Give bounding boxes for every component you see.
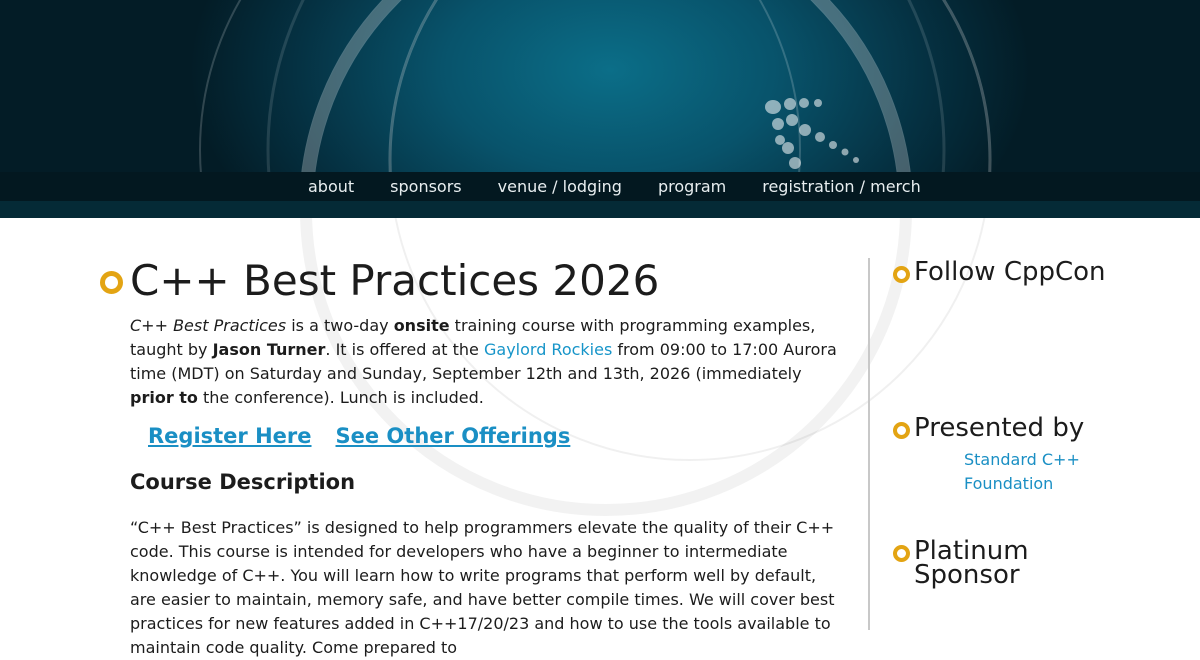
nav-about[interactable]: about xyxy=(290,177,372,196)
instructor-name: Jason Turner xyxy=(212,340,326,359)
course-name: C++ Best Practices xyxy=(130,316,287,335)
prior-to-text: prior to xyxy=(130,388,198,407)
onsite-text: onsite xyxy=(393,316,450,335)
other-offerings-link[interactable]: See Other Offerings xyxy=(336,424,571,448)
nav-program[interactable]: program xyxy=(640,177,744,196)
intro-paragraph: C++ Best Practices is a two-day onsite t… xyxy=(130,316,837,407)
title-bullet-icon xyxy=(100,271,123,294)
follow-bullet-icon xyxy=(893,266,910,283)
presented-bullet-icon xyxy=(893,422,910,439)
nav-registration-merch[interactable]: registration / merch xyxy=(744,177,938,196)
nav-sponsors[interactable]: sponsors xyxy=(372,177,479,196)
course-description: “C++ Best Practices” is designed to help… xyxy=(130,518,835,657)
nav-venue-lodging[interactable]: venue / lodging xyxy=(480,177,640,196)
venue-link[interactable]: Gaylord Rockies xyxy=(484,340,612,359)
page-title: C++ Best Practices 2026 xyxy=(130,256,660,305)
follow-title: Follow CppCon xyxy=(914,257,1106,287)
section-title: Course Description xyxy=(130,470,356,494)
sidebar-divider xyxy=(868,258,870,630)
main-nav: about sponsors venue / lodging program r… xyxy=(290,172,939,201)
presented-title: Presented by xyxy=(914,413,1085,443)
nav-bar-shadow xyxy=(0,201,1200,218)
register-link[interactable]: Register Here xyxy=(148,424,312,448)
action-links: Register Here See Other Offerings xyxy=(148,424,570,448)
standard-cpp-foundation-link[interactable]: Standard C++ Foundation xyxy=(964,448,1084,496)
platinum-bullet-icon xyxy=(893,545,910,562)
platinum-title: Platinum Sponsor xyxy=(914,536,1029,590)
